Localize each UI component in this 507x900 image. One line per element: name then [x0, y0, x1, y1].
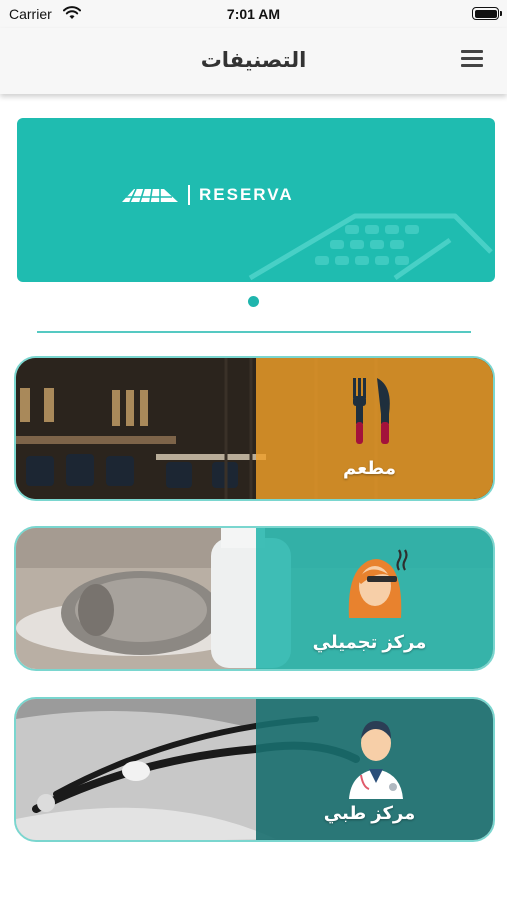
- category-card-beauty-center[interactable]: مركز تجميلي: [14, 526, 495, 671]
- banner-logo-text: RESERVA: [199, 185, 294, 204]
- carousel-page-indicator[interactable]: [248, 296, 259, 307]
- category-label-restaurant: مطعم: [343, 458, 396, 478]
- status-time: 7:01 AM: [226, 6, 281, 22]
- divider-line: [37, 331, 471, 333]
- category-label-medical-center: مركز طبي: [323, 803, 416, 823]
- fork-knife-icon: [353, 378, 390, 444]
- reserva-logo-icon: [122, 188, 178, 203]
- category-card-restaurant[interactable]: مطعم: [14, 356, 495, 501]
- category-label-beauty-center: مركز تجميلي: [312, 632, 427, 652]
- calendar-roof-icon: [248, 213, 493, 281]
- battery-icon: [472, 7, 502, 20]
- navigation-bar: التصنيفات: [0, 28, 507, 94]
- doctor-icon: [349, 721, 403, 799]
- hamburger-menu-icon[interactable]: [461, 50, 485, 70]
- category-card-medical-center[interactable]: مركز طبي: [14, 697, 495, 842]
- status-bar: Carrier 7:01 AM: [0, 0, 507, 28]
- promo-banner[interactable]: RESERVA: [17, 118, 495, 282]
- page-title: التصنيفات: [200, 49, 307, 72]
- reserva-logo: RESERVA: [120, 185, 294, 205]
- beauty-woman-icon: [348, 549, 408, 618]
